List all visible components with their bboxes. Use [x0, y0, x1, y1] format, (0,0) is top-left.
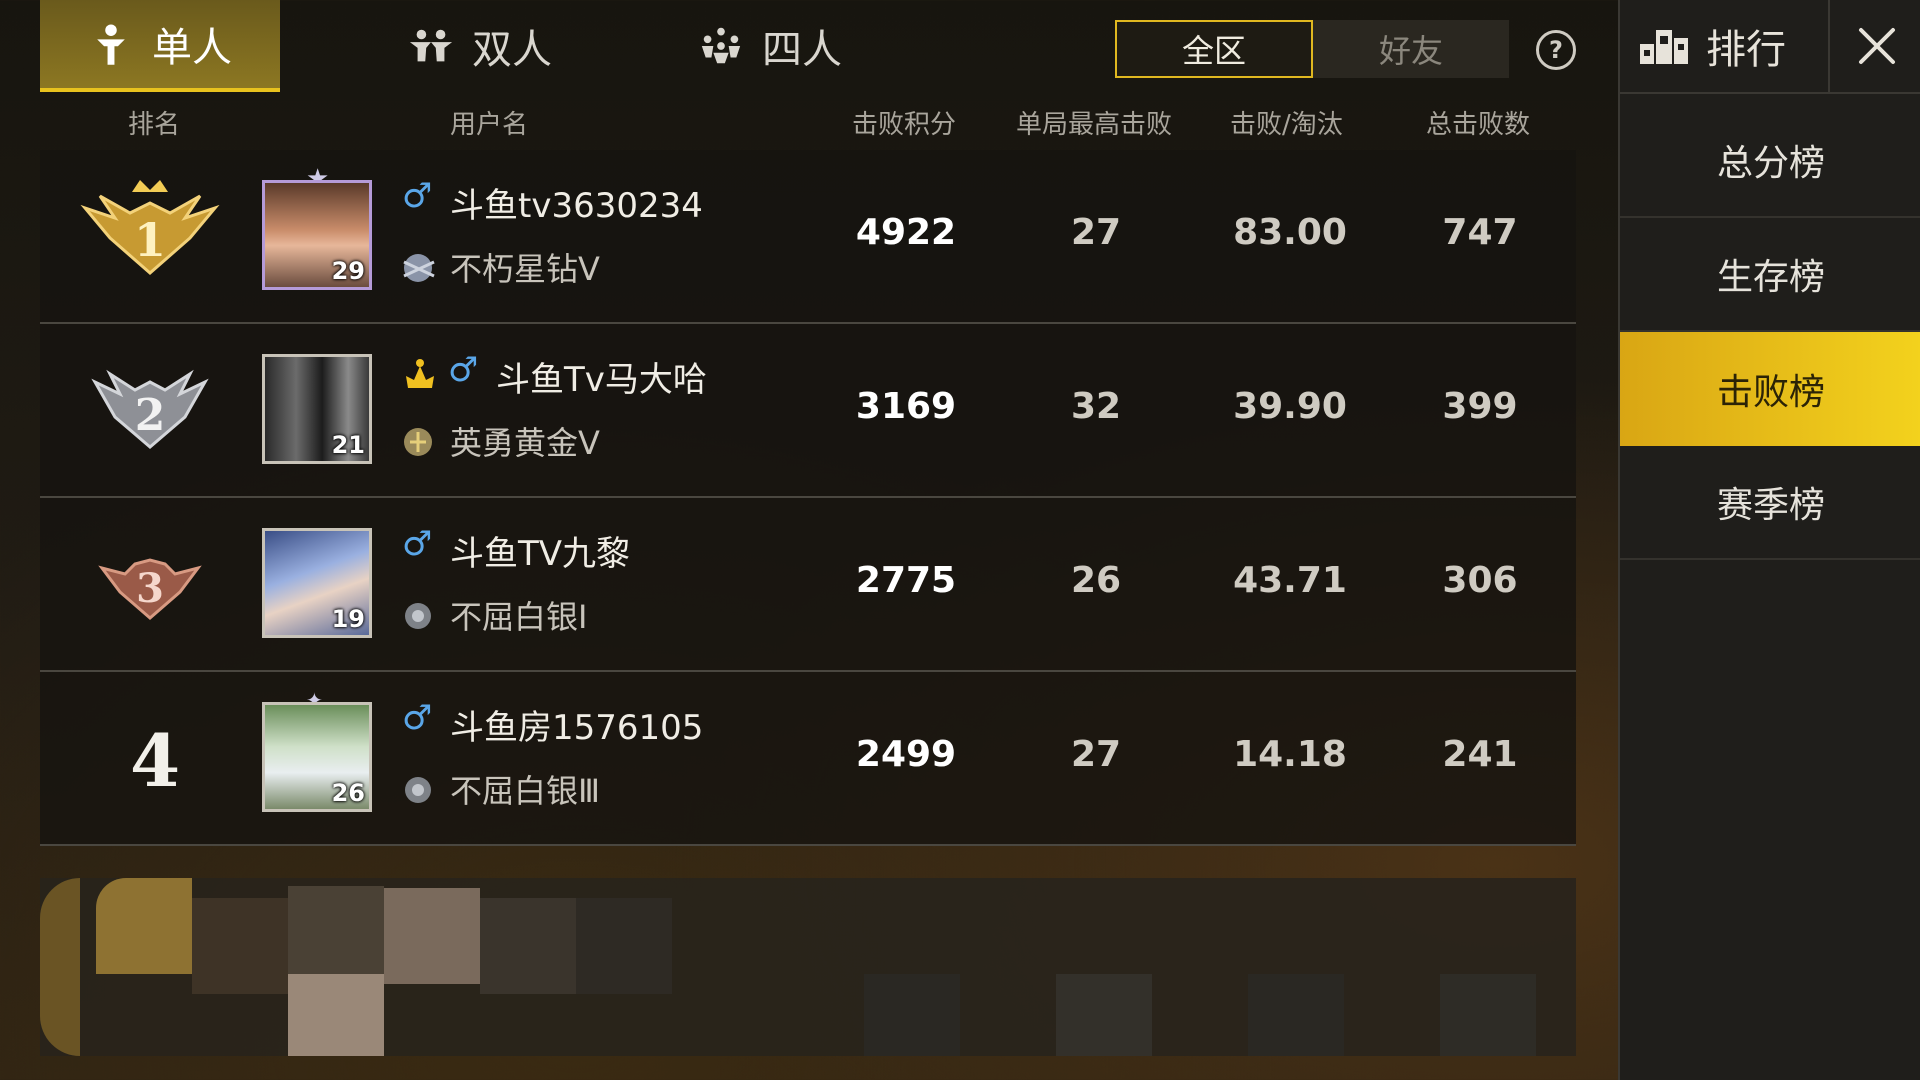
header-rank: 排名	[128, 110, 181, 140]
squad-players-icon	[701, 27, 741, 64]
silver-tier-icon	[405, 777, 431, 803]
ranking-title: 排行	[1638, 0, 1828, 92]
leaderboard-side-panel: 排行 总分榜 生存榜 击败榜 赛季榜	[1618, 0, 1920, 1080]
blur-block	[384, 888, 480, 984]
self-rank-row-blurred	[40, 878, 1576, 1056]
male-icon: ♂	[402, 176, 433, 216]
close-button[interactable]	[1828, 0, 1920, 92]
blur-block	[192, 898, 288, 994]
crown-badge-icon	[406, 359, 434, 388]
blur-block	[40, 878, 80, 1056]
board-total-score[interactable]: 总分榜	[1620, 104, 1920, 218]
player-name: 斗鱼tv3630234	[450, 186, 703, 226]
avatar-level: 19	[331, 605, 365, 633]
blur-block	[480, 898, 576, 994]
avatar[interactable]: 26	[262, 702, 372, 812]
blur-block	[288, 886, 384, 982]
blur-block	[576, 898, 672, 994]
gold-tier-icon	[404, 428, 432, 456]
player-tier: 不屈白银Ⅰ	[450, 598, 588, 636]
blur-block	[864, 974, 960, 1056]
tab-squad[interactable]: 四人	[650, 0, 890, 92]
total-kills: 241	[1442, 734, 1518, 775]
avatar[interactable]: 29	[262, 180, 372, 290]
close-icon	[1859, 28, 1895, 64]
board-survival[interactable]: 生存榜	[1620, 218, 1920, 332]
header-total-kills: 总击败数	[1426, 110, 1531, 140]
max-kills: 27	[1070, 734, 1122, 775]
blur-block	[288, 974, 384, 1056]
player-tier: 英勇黄金Ⅴ	[450, 424, 600, 462]
max-kills: 26	[1070, 560, 1122, 601]
avatar[interactable]: 19	[262, 528, 372, 638]
player-tier: 不屈白银Ⅲ	[450, 772, 601, 810]
kill-score: 4922	[855, 212, 957, 253]
player-name: 斗鱼房1576105	[450, 708, 704, 748]
kill-score: 2499	[855, 734, 957, 775]
blur-block	[1248, 974, 1344, 1056]
male-icon: ♂	[448, 350, 479, 390]
podium-icon	[1640, 30, 1688, 64]
header-max-kills: 单局最高击败	[1016, 110, 1173, 140]
rank-number: 2	[135, 390, 166, 441]
max-kills: 32	[1070, 386, 1122, 427]
help-icon[interactable]: ?	[1536, 30, 1576, 70]
duo-players-icon	[409, 29, 453, 62]
kd-ratio: 14.18	[1233, 734, 1347, 775]
scope-friends-button[interactable]: 好友	[1313, 20, 1509, 78]
tab-duo[interactable]: 双人	[360, 0, 600, 92]
board-kills[interactable]: 击败榜	[1620, 332, 1920, 446]
male-icon: ♂	[402, 524, 433, 564]
kd-ratio: 83.00	[1233, 212, 1347, 253]
panel-header: 排行	[1620, 0, 1920, 94]
blur-block	[1056, 974, 1152, 1056]
kd-ratio: 39.90	[1233, 386, 1347, 427]
max-kills: 27	[1070, 212, 1122, 253]
table-row[interactable]: 2 21 ♂ 斗鱼Tv马大哈 英勇黄金Ⅴ 3169 32 39.90 399	[40, 324, 1576, 498]
kill-score: 3169	[855, 386, 957, 427]
gold-rank-emblem-icon: 1	[80, 180, 220, 275]
rank-number: 3	[136, 565, 164, 612]
table-row[interactable]: 4 ✦ 26 ♂ 斗鱼房1576105 不屈白银Ⅲ 2499 27 14.18 …	[40, 672, 1576, 846]
player-tier: 不朽星钻Ⅴ	[450, 250, 600, 288]
blur-block	[96, 878, 192, 974]
single-player-icon	[97, 24, 125, 65]
diamond-tier-icon	[403, 254, 435, 282]
rank-number: 1	[134, 213, 166, 267]
male-icon: ♂	[402, 698, 433, 738]
player-name: 斗鱼TV九黎	[450, 534, 631, 574]
avatar[interactable]: 21	[262, 354, 372, 464]
header-kd: 击败/淘汰	[1230, 110, 1343, 140]
bronze-rank-emblem-icon: 3	[98, 558, 202, 620]
header-username: 用户名	[450, 110, 529, 140]
tab-solo[interactable]: 单人	[40, 0, 280, 92]
silver-tier-icon	[405, 603, 431, 629]
ranking-title-label: 排行	[1706, 27, 1786, 73]
total-kills: 747	[1442, 212, 1518, 253]
silver-rank-emblem-icon: 2	[91, 369, 209, 449]
kill-score: 2775	[855, 560, 957, 601]
avatar-level: 21	[331, 431, 365, 459]
kd-ratio: 43.71	[1233, 560, 1347, 601]
table-row[interactable]: 1 ★ 29 ♂ 斗鱼tv3630234 不朽星钻Ⅴ 4922 27 83.00…	[40, 150, 1576, 324]
total-kills: 399	[1442, 386, 1518, 427]
header-score: 击败积分	[852, 110, 957, 140]
tab-solo-label: 单人	[152, 25, 232, 71]
tab-squad-label: 四人	[762, 27, 842, 73]
tab-duo-label: 双人	[472, 27, 552, 73]
total-kills: 306	[1442, 560, 1518, 601]
scope-all-button[interactable]: 全区	[1115, 20, 1313, 78]
player-name: 斗鱼Tv马大哈	[496, 360, 707, 400]
rank-number: 4	[130, 718, 181, 803]
avatar-level: 26	[331, 779, 365, 807]
board-season[interactable]: 赛季榜	[1620, 446, 1920, 560]
blur-block	[1440, 974, 1536, 1056]
table-row[interactable]: 3 19 ♂ 斗鱼TV九黎 不屈白银Ⅰ 2775 26 43.71 306	[40, 498, 1576, 672]
avatar-level: 29	[331, 257, 365, 285]
